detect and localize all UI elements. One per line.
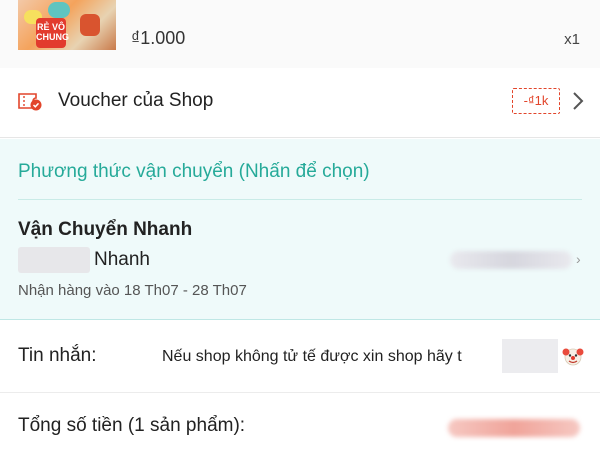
total-label: Tổng số tiền (1 sản phẩm): — [18, 415, 246, 436]
redacted-shipping-fee — [450, 251, 572, 269]
shipping-carrier: Nhanh — [94, 249, 150, 270]
voucher-ticket-icon — [18, 93, 42, 111]
shop-voucher-row[interactable]: Voucher của Shop -₫1k — [0, 68, 600, 138]
message-row[interactable]: Tin nhắn: Nếu shop không tử tế được xin … — [0, 321, 600, 393]
redacted-text — [18, 247, 90, 273]
shipping-method-name: Vận Chuyển Nhanh — [18, 219, 193, 240]
clown-face-icon — [562, 348, 584, 366]
product-row[interactable]: RẺ VÔ CHUNG ₫1.000 x1 — [0, 0, 600, 68]
product-thumbnail: RẺ VÔ CHUNG — [18, 0, 116, 50]
shipping-method-section[interactable]: Phương thức vận chuyển (Nhấn để chọn) Vậ… — [0, 139, 600, 320]
product-price: ₫1.000 — [131, 28, 186, 48]
product-quantity: x1 — [564, 31, 580, 48]
total-row: Tổng số tiền (1 sản phẩm): — [0, 393, 600, 450]
chevron-right-icon: › — [576, 251, 581, 267]
thumbnail-badge: RẺ VÔ CHUNG — [36, 18, 69, 48]
voucher-discount-tag: -₫1k — [512, 88, 560, 114]
thumbnail-decor-teal — [48, 2, 70, 18]
shipping-method-header[interactable]: Phương thức vận chuyển (Nhấn để chọn) — [18, 161, 370, 183]
chevron-right-icon — [573, 92, 584, 110]
divider — [18, 199, 582, 200]
thumbnail-decor-red — [80, 14, 100, 36]
message-label: Tin nhắn: — [18, 345, 97, 366]
redacted-total-amount — [448, 419, 580, 437]
delivery-estimate: Nhận hàng vào 18 Th07 - 28 Th07 — [18, 282, 247, 299]
redacted-text — [502, 339, 558, 373]
message-input[interactable]: Nếu shop không tử tế được xin shop hãy t — [162, 348, 462, 366]
voucher-label: Voucher của Shop — [58, 90, 214, 111]
